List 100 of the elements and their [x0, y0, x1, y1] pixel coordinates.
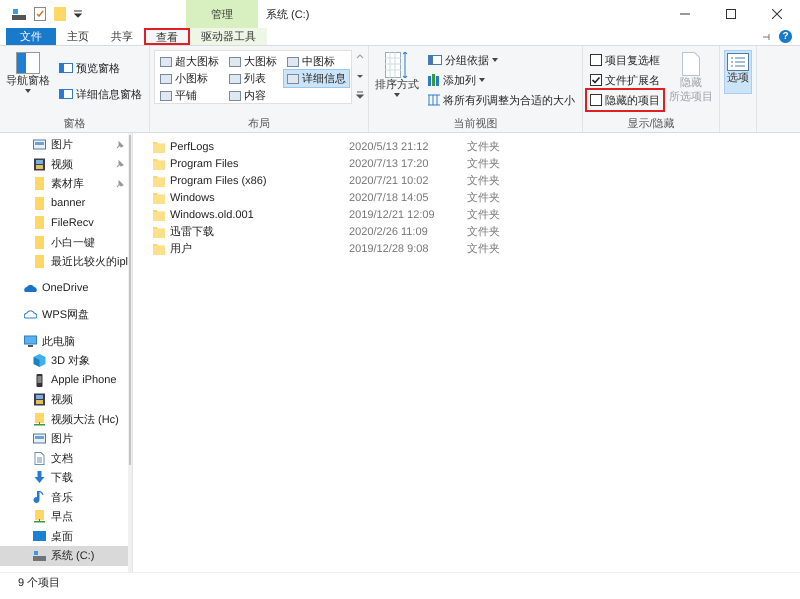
- sidebar-item[interactable]: 视频: [0, 154, 128, 174]
- sidebar-item[interactable]: Apple iPhone: [0, 370, 128, 390]
- pane-icon: [59, 62, 73, 74]
- document-icon: [33, 452, 46, 465]
- folder-icon: [33, 177, 46, 190]
- scrollbar[interactable]: [128, 133, 132, 572]
- pane-option[interactable]: 详细信息窗格: [56, 84, 145, 104]
- date-cell-text: 2020/7/18 14:05: [349, 192, 430, 204]
- type-cell-text: 文件夹: [467, 208, 501, 222]
- group-label: 窗格: [62, 116, 86, 132]
- page-icon: [682, 52, 700, 76]
- sidebar-item[interactable]: 图片: [0, 429, 128, 448]
- sidebar-item[interactable]: 视频: [0, 390, 128, 410]
- sidebar-item[interactable]: 素材库: [0, 174, 128, 194]
- drive-icon[interactable]: [12, 8, 26, 20]
- navigation-pane-button[interactable]: 导航窗格: [4, 50, 52, 116]
- properties-icon[interactable]: [34, 7, 46, 21]
- layout-option[interactable]: 超大图标: [157, 53, 222, 70]
- sidebar-item[interactable]: banner: [0, 194, 128, 213]
- folder-icon: [153, 208, 165, 220]
- item-count: 9 个项目: [0, 572, 800, 599]
- folder-icon: [153, 174, 165, 186]
- pin-icon: [116, 180, 124, 188]
- view-icon: [229, 74, 241, 84]
- desktop-icon: [33, 530, 46, 543]
- sidebar-item[interactable]: 文档: [0, 448, 128, 468]
- sidebar-item[interactable]: 此电脑: [0, 332, 128, 351]
- caret-icon: [25, 89, 31, 93]
- sidebar-item[interactable]: 3D 对象: [0, 351, 128, 370]
- view-icon: [287, 74, 299, 84]
- pin-icon: [116, 140, 124, 149]
- caret-icon: [394, 93, 400, 97]
- pane-icon: [59, 88, 73, 100]
- layout-option[interactable]: 大图标: [226, 53, 280, 70]
- type-cell-text: 文件夹: [467, 156, 501, 171]
- layout-option[interactable]: 详细信息: [284, 70, 349, 87]
- dropdown-icon[interactable]: [74, 10, 82, 18]
- checkbox[interactable]: [590, 94, 602, 106]
- file-name[interactable]: Program Files: [153, 158, 349, 170]
- network-folder-icon: [33, 412, 46, 426]
- network-folder-icon: [33, 510, 46, 524]
- picture-icon: [33, 432, 46, 446]
- sidebar-item[interactable]: 图片: [0, 135, 128, 154]
- file-name[interactable]: Windows: [153, 192, 349, 204]
- sidebar-item[interactable]: 音乐: [0, 488, 128, 507]
- type-cell-text: 文件夹: [467, 174, 501, 188]
- file-name[interactable]: PerfLogs: [153, 140, 349, 152]
- sidebar-item[interactable]: WPS网盘: [0, 305, 128, 324]
- help-button[interactable]: ?: [779, 30, 792, 43]
- sidebar-item[interactable]: 早点: [0, 507, 128, 526]
- folder-icon: [33, 196, 46, 210]
- sidebar-item[interactable]: 下载: [0, 468, 128, 488]
- file-name[interactable]: Program Files (x86): [153, 174, 349, 186]
- options-button[interactable]: 选项: [724, 50, 752, 94]
- layout-option[interactable]: 内容: [226, 87, 280, 104]
- view-icon: [229, 56, 241, 66]
- ribbon-tab[interactable]: 查看: [144, 28, 190, 45]
- checkbox-option[interactable]: 文件扩展名: [587, 70, 663, 90]
- sidebar-item[interactable]: 桌面: [0, 526, 128, 546]
- folder-icon: [153, 242, 165, 254]
- add-column-button[interactable]: 添加列: [425, 70, 578, 90]
- sidebar-item[interactable]: OneDrive: [0, 278, 128, 298]
- type-cell-text: 文件夹: [467, 242, 501, 256]
- ribbon-tab[interactable]: 文件: [6, 28, 56, 45]
- fit-columns-button[interactable]: 将所有列调整为合适的大小: [425, 90, 578, 110]
- columns-icon: [428, 94, 440, 106]
- ribbon-tab[interactable]: 主页: [56, 28, 100, 45]
- music-note-icon: [33, 490, 46, 504]
- options-icon: [727, 53, 749, 71]
- ribbon-tab[interactable]: 驱动器工具: [190, 28, 267, 45]
- view-icon: [160, 74, 172, 84]
- layout-option[interactable]: 小图标: [157, 70, 222, 87]
- sidebar-item[interactable]: 系统 (C:): [0, 546, 128, 566]
- file-name[interactable]: Windows.old.001: [153, 208, 349, 220]
- group-icon: [428, 54, 442, 66]
- checkbox-option[interactable]: 项目复选框: [587, 50, 663, 70]
- sidebar-item[interactable]: 最近比较火的ipl: [0, 252, 128, 272]
- folder-icon: [33, 236, 46, 249]
- view-icon: [160, 90, 172, 100]
- view-icon: [287, 56, 299, 66]
- checkbox[interactable]: [590, 54, 602, 66]
- checkbox[interactable]: [590, 74, 602, 86]
- date-cell-text: 2020/7/21 10:02: [349, 174, 430, 186]
- sidebar-item[interactable]: FileRecv: [0, 213, 128, 232]
- sidebar-item[interactable]: 视频大法 (Hc): [0, 410, 128, 429]
- sort-button[interactable]: 排序方式: [373, 50, 421, 116]
- view-icon: [160, 56, 172, 66]
- file-name[interactable]: 用户: [153, 241, 349, 256]
- file-name[interactable]: 迅雷下载: [153, 224, 349, 239]
- sidebar-item[interactable]: 小白一键: [0, 232, 128, 252]
- layout-option[interactable]: 中图标: [284, 53, 349, 70]
- ribbon-tab[interactable]: 共享: [100, 28, 144, 45]
- pane-option[interactable]: 预览窗格: [56, 58, 145, 78]
- layout-option[interactable]: 平铺: [157, 87, 222, 104]
- layout-option[interactable]: 列表: [226, 70, 280, 87]
- window-title: 系统 (C:): [265, 8, 310, 22]
- type-cell-text: 文件夹: [467, 140, 501, 154]
- checkbox-option[interactable]: 隐藏的项目: [587, 90, 663, 110]
- group-by-button[interactable]: 分组依据: [425, 50, 578, 70]
- folder-icon: [33, 255, 46, 268]
